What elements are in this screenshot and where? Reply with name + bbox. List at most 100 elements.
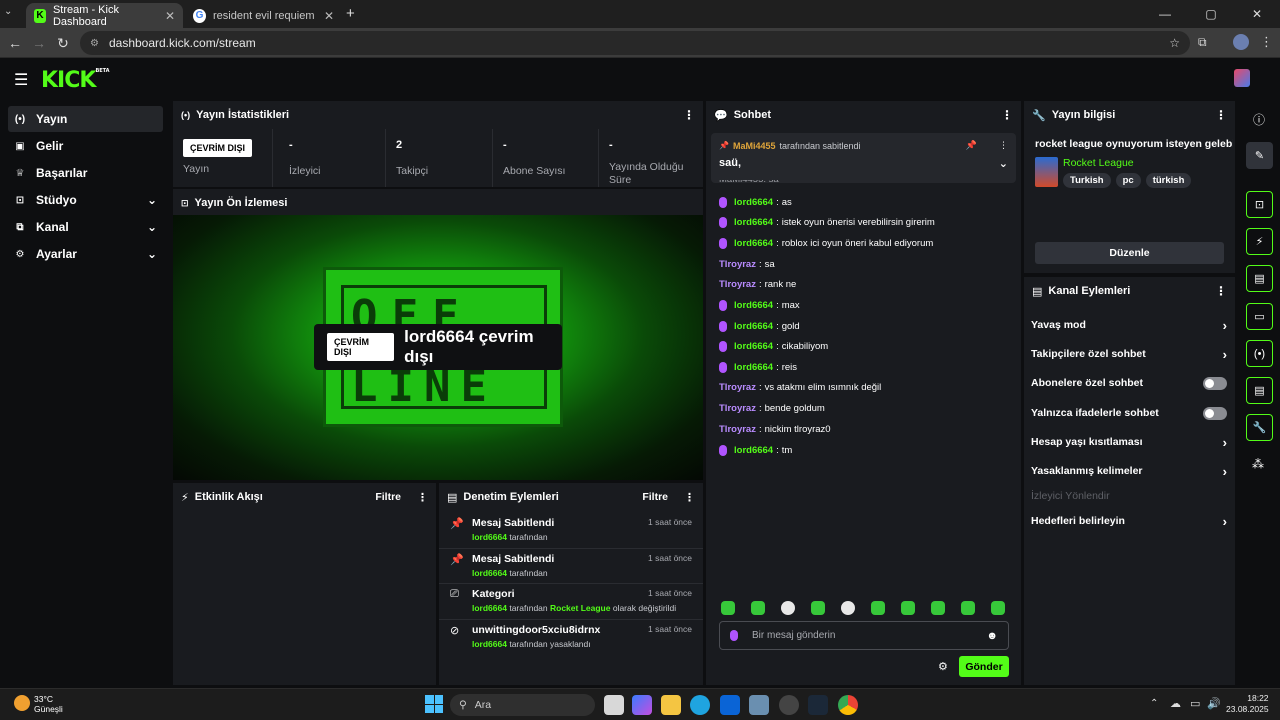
reload-icon[interactable]: ↻ [54,34,72,52]
tab-kick-dashboard[interactable]: K Stream - Kick Dashboard ✕ [26,3,183,28]
emote-icon[interactable] [931,601,945,615]
action-set-goals[interactable]: Hedefleri belirleyin › [1031,511,1227,531]
chat-username[interactable]: Tlroyraz [719,259,756,270]
sidebar-item-kanal[interactable]: ⧉ Kanal ⌄ [8,214,163,240]
network-icon[interactable]: ▭ [1190,697,1200,710]
filter-button[interactable]: Filtre [375,491,401,503]
site-info-icon[interactable]: ⚙ [90,38,99,49]
url-bar[interactable]: ⚙ dashboard.kick.com/stream ☆ [80,31,1190,55]
send-button[interactable]: Gönder [959,656,1009,677]
chat-bubble-icon[interactable]: ▭ [1246,303,1273,330]
item-user[interactable]: lord6664 [472,603,507,613]
tab-search-icon[interactable]: ⌄ [4,6,12,17]
weather-widget[interactable]: 33°C Güneşli [34,694,63,714]
info-icon[interactable]: ⓘ [1253,111,1265,128]
action-banned-words[interactable]: Yasaklanmış kelimeler › [1031,461,1227,481]
chat-username[interactable]: Tlroyraz [719,279,756,290]
emote-icon[interactable] [991,601,1005,615]
action-slow-mode[interactable]: Yavaş mod › [1031,315,1227,335]
preview-icon[interactable]: ⊡ [1246,191,1273,218]
widgets-icon[interactable]: ⁂ [1252,457,1264,471]
volume-icon[interactable]: 🔊 [1207,697,1221,710]
chat-username[interactable]: lord6664 [734,217,773,228]
hamburger-menu-icon[interactable]: ☰ [14,70,28,90]
new-tab-button[interactable]: + [346,5,355,22]
more-options-icon[interactable]: ⋮ [683,108,695,122]
emote-icon[interactable] [901,601,915,615]
chat-username[interactable]: lord6664 [734,197,773,208]
weather-icon[interactable] [14,695,30,711]
app-icon[interactable] [779,695,799,715]
forward-icon[interactable]: → [30,34,48,52]
copilot-icon[interactable] [632,695,652,715]
item-user[interactable]: lord6664 [472,568,507,578]
edit-pencil-icon[interactable]: ✎ [1246,142,1273,169]
maximize-button[interactable]: ▢ [1188,0,1234,28]
sidebar-item-basarilar[interactable]: ♕ Başarılar [8,160,163,186]
emote-icon[interactable] [751,601,765,615]
clock[interactable]: 18:22 23.08.2025 [1226,693,1269,715]
chrome-icon[interactable] [838,695,858,715]
item-user[interactable]: lord6664 [472,532,507,542]
channel-actions-icon[interactable]: ▤ [1246,377,1273,404]
chat-settings-gear-icon[interactable]: ⚙ [938,660,948,673]
windows-start-icon[interactable] [425,695,443,713]
chat-username[interactable]: lord6664 [734,362,773,373]
log-icon[interactable]: ▤ [1246,265,1273,292]
chat-username[interactable]: lord6664 [734,321,773,332]
file-explorer-icon[interactable] [661,695,681,715]
sidebar-item-ayarlar[interactable]: ⚙ Ayarlar ⌄ [8,241,163,267]
tag[interactable]: pc [1115,173,1141,188]
emote-icon[interactable] [781,601,795,615]
emote-icon[interactable] [841,601,855,615]
more-options-icon[interactable]: ⋮ [1215,108,1227,122]
emoji-icon[interactable]: ☻ [986,630,998,642]
back-icon[interactable]: ← [6,34,24,52]
tab-google-search[interactable]: G resident evil requiem - Google' ✕ [185,3,342,28]
steam-icon[interactable] [808,695,828,715]
emote-icon[interactable] [961,601,975,615]
chat-input[interactable]: Bir mesaj gönderin ☻ [719,621,1009,650]
more-options-icon[interactable]: ⋮ [1001,108,1013,122]
taskbar-search[interactable]: ⚲ Ara [450,694,595,716]
close-icon[interactable]: ✕ [324,9,334,23]
emote-icon[interactable] [721,601,735,615]
sidebar-item-gelir[interactable]: ▣ Gelir [8,133,163,159]
chat-username[interactable]: Tlroyraz [719,424,756,435]
item-user[interactable]: lord6664 [472,639,507,649]
sidebar-item-yayin[interactable]: (•) Yayın [8,106,163,132]
profile-avatar[interactable] [1233,34,1249,50]
action-followers-only[interactable]: Takipçilere özel sohbet › [1031,344,1227,364]
pin-icon[interactable]: 📌 [966,140,977,151]
filter-button[interactable]: Filtre [642,491,668,503]
wrench-icon[interactable]: 🔧 [1246,414,1273,441]
chat-username[interactable]: lord6664 [734,341,773,352]
pinned-message[interactable]: 📌 MaMi4455 tarafından sabitlendi 📌 ⋮ saü… [711,133,1016,183]
photos-icon[interactable] [749,695,769,715]
chat-username[interactable]: lord6664 [734,238,773,249]
chat-username[interactable]: lord6664 [734,300,773,311]
emotes-only-toggle[interactable] [1203,406,1227,420]
sidebar-item-studyo[interactable]: ⊡ Stüdyo ⌄ [8,187,163,213]
bookmark-star-icon[interactable]: ☆ [1169,36,1180,50]
item-category[interactable]: Rocket League [550,603,610,613]
browser-menu-icon[interactable]: ⋮ [1260,34,1273,50]
subscribers-only-toggle[interactable] [1203,376,1227,390]
broadcast-icon[interactable]: (•) [1246,340,1273,367]
chat-username[interactable]: lord6664 [734,445,773,456]
tag[interactable]: Turkish [1063,173,1111,188]
more-options-icon[interactable]: ⋮ [999,140,1008,151]
cloud-icon[interactable]: ☁ [1170,697,1181,710]
more-options-icon[interactable]: ⋮ [1215,284,1227,298]
emote-icon[interactable] [811,601,825,615]
chevron-down-icon[interactable]: ⌄ [999,157,1008,170]
outlook-icon[interactable] [720,695,740,715]
lightning-icon[interactable]: ⚡ [1246,228,1273,255]
close-icon[interactable]: ✕ [165,9,175,23]
chevron-up-icon[interactable]: ⌃ [1150,698,1158,709]
tag[interactable]: türkish [1145,173,1192,188]
more-options-icon[interactable]: ⋮ [417,491,428,504]
kick-logo[interactable]: KICKBETA [41,68,110,93]
minimize-button[interactable]: — [1142,0,1188,28]
action-account-age[interactable]: Hesap yaşı kısıtlaması › [1031,432,1227,452]
